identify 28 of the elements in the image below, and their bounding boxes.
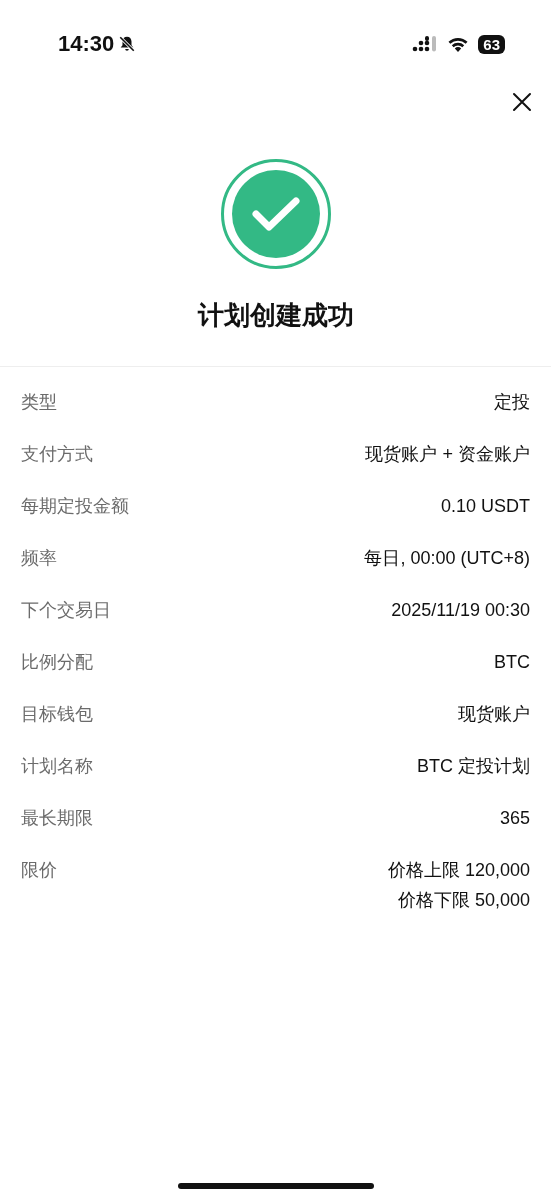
detail-value: 价格下限 50,000 [397, 889, 530, 912]
battery-indicator: 63 [478, 34, 505, 54]
detail-label: 目标钱包 [21, 703, 93, 726]
detail-label: 计划名称 [21, 755, 93, 778]
detail-label: 支付方式 [21, 443, 93, 466]
success-title: 计划创建成功 [197, 299, 354, 332]
detail-value: 每日, 00:00 (UTC+8) [364, 547, 530, 570]
detail-label: 限价 [21, 859, 57, 882]
detail-value: 365 [499, 807, 530, 830]
detail-value: 0.10 USDT [440, 495, 530, 518]
detail-label: 最长期限 [21, 807, 93, 830]
detail-label: 比例分配 [21, 651, 93, 674]
detail-label: 类型 [21, 391, 57, 414]
detail-value: 现货账户 + 资金账户 [365, 443, 530, 466]
detail-label: 每期定投金额 [21, 495, 129, 518]
detail-value: 价格上限 120,000 [387, 859, 530, 882]
success-check-icon [219, 158, 332, 270]
status-time: 14:30 [58, 31, 115, 57]
detail-value: BTC 定投计划 [417, 755, 530, 778]
detail-value: BTC [494, 651, 530, 674]
close-icon[interactable] [512, 92, 532, 112]
detail-label: 频率 [21, 547, 57, 570]
signal-icon [412, 35, 439, 53]
detail-label: 下个交易日 [21, 599, 111, 622]
detail-value: 定投 [494, 391, 530, 414]
detail-value: 现货账户 [458, 703, 530, 726]
muted-bell-icon [118, 35, 137, 53]
detail-value: 2025/11/19 00:30 [391, 599, 530, 622]
